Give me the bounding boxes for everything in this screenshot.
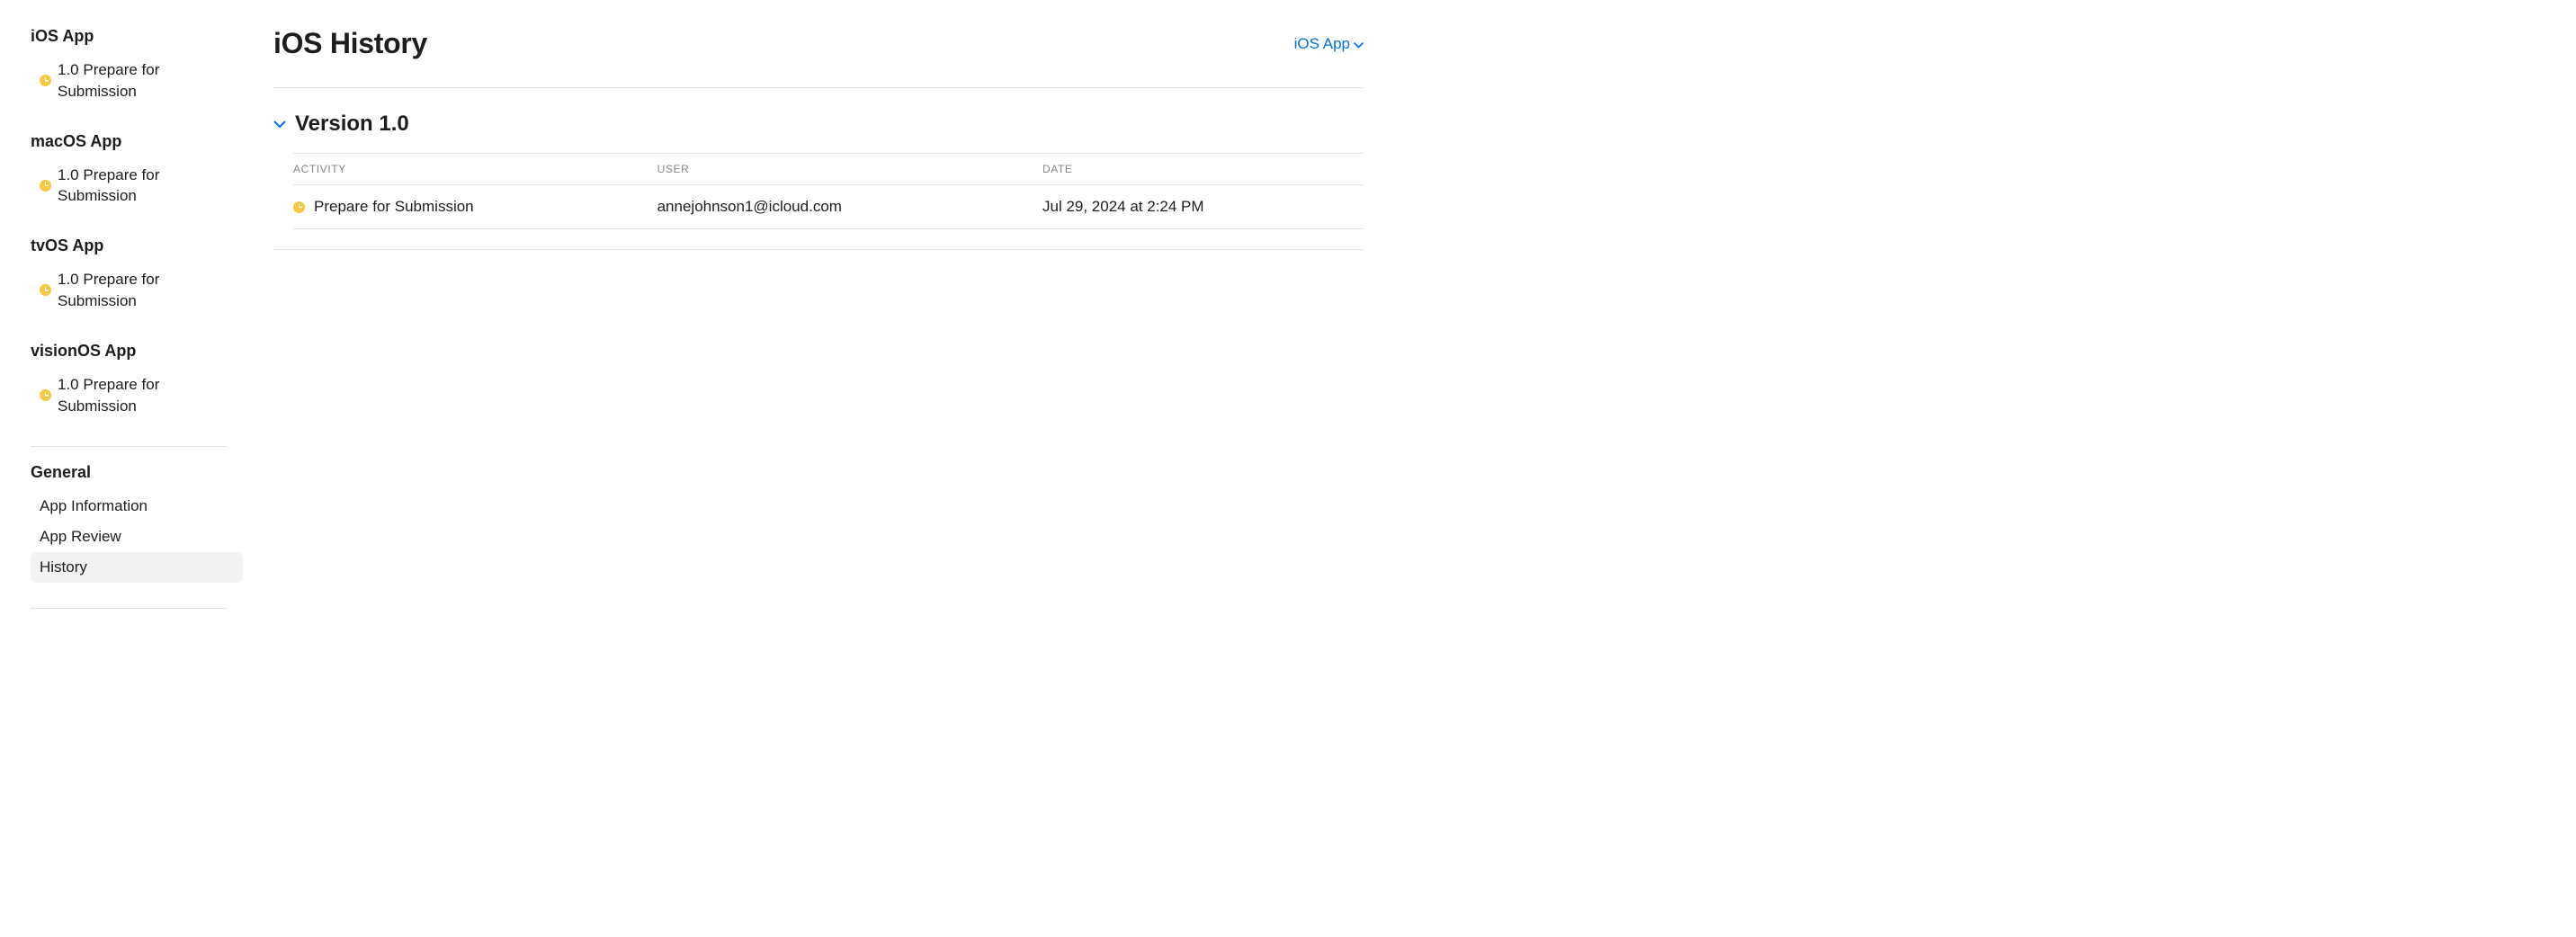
sidebar-divider [31,446,227,447]
header-rule [273,87,1364,88]
clock-icon [40,389,51,401]
clock-icon [40,75,51,86]
sidebar-group-ios: iOS App 1.0 Prepare for Submission [31,27,243,107]
sidebar-group-macos: macOS App 1.0 Prepare for Submission [31,132,243,212]
sidebar-heading-visionos[interactable]: visionOS App [31,342,243,361]
sidebar-item-label: 1.0 Prepare for Submission [58,165,234,208]
sidebar-item-tvos-version[interactable]: 1.0 Prepare for Submission [31,264,243,317]
sidebar-heading-general: General [31,463,243,482]
clock-icon [40,180,51,192]
sidebar-heading-ios[interactable]: iOS App [31,27,243,46]
clock-icon [40,284,51,296]
sidebar-item-app-review[interactable]: App Review [31,522,243,552]
column-header-activity: ACTIVITY [293,154,657,185]
page-title: iOS History [273,27,427,60]
sidebar-heading-macos[interactable]: macOS App [31,132,243,151]
sidebar-group-visionos: visionOS App 1.0 Prepare for Submission [31,342,243,422]
table-header-row: ACTIVITY USER DATE [293,154,1364,185]
sidebar-item-label: App Information [40,495,148,517]
column-header-date: DATE [1042,154,1364,185]
sidebar-divider [31,608,227,609]
main-header: iOS History iOS App [273,27,1364,60]
sidebar-item-history[interactable]: History [31,552,243,583]
sidebar: iOS App 1.0 Prepare for Submission macOS… [0,0,243,937]
footer-rule [273,249,1364,250]
chevron-down-icon [1354,35,1364,53]
sidebar-item-label: 1.0 Prepare for Submission [58,269,234,312]
cell-user: annejohnson1@icloud.com [657,185,1042,229]
sidebar-heading-tvos[interactable]: tvOS App [31,236,243,255]
version-title: Version 1.0 [295,112,409,137]
sidebar-item-visionos-version[interactable]: 1.0 Prepare for Submission [31,370,243,422]
sidebar-item-label: 1.0 Prepare for Submission [58,59,234,103]
cell-activity: Prepare for Submission [293,185,657,229]
sidebar-group-tvos: tvOS App 1.0 Prepare for Submission [31,236,243,317]
platform-switcher[interactable]: iOS App [1294,35,1364,53]
table-row: Prepare for Submission annejohnson1@iclo… [293,185,1364,229]
sidebar-item-label: History [40,557,87,578]
platform-switcher-label: iOS App [1294,35,1350,53]
sidebar-group-general: General App Information App Review Histo… [31,463,243,582]
sidebar-item-app-information[interactable]: App Information [31,491,243,522]
sidebar-item-ios-version[interactable]: 1.0 Prepare for Submission [31,55,243,107]
history-table: ACTIVITY USER DATE Prepare for Submissio… [293,153,1364,229]
column-header-user: USER [657,154,1042,185]
chevron-down-icon [273,120,286,129]
clock-icon [293,201,305,213]
main-content: iOS History iOS App Version 1.0 ACTIVITY… [243,0,1394,937]
sidebar-item-macos-version[interactable]: 1.0 Prepare for Submission [31,160,243,212]
sidebar-item-label: App Review [40,526,121,548]
activity-label: Prepare for Submission [314,198,474,216]
version-disclosure[interactable]: Version 1.0 [273,112,1364,137]
cell-date: Jul 29, 2024 at 2:24 PM [1042,185,1364,229]
sidebar-item-label: 1.0 Prepare for Submission [58,374,234,417]
